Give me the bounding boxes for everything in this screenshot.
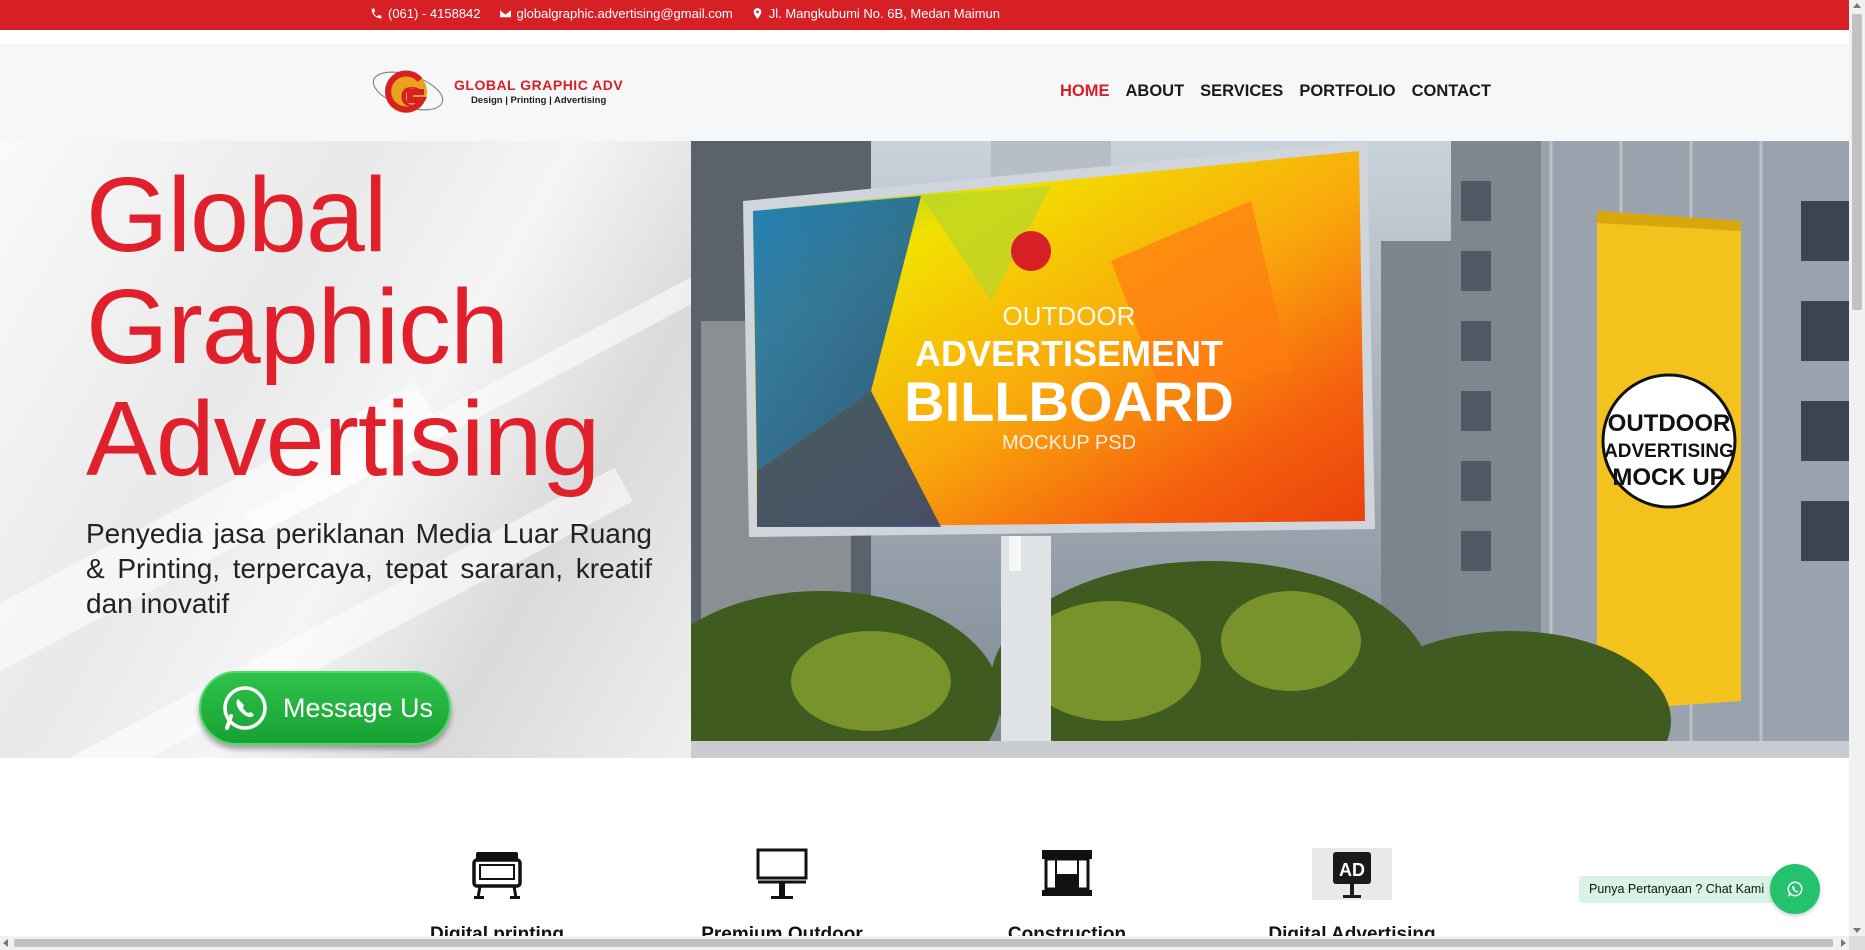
hero-text-panel: Global Graphich Advertising Penyedia jas… (0, 141, 691, 758)
scrollbar-corner (1849, 936, 1865, 950)
billboard-text-line3: MOCKUP PSD (1002, 432, 1136, 454)
email-text: globalgraphic.advertising@gmail.com (516, 6, 733, 21)
message-us-button[interactable]: Message Us (199, 671, 451, 745)
construction-icon (1042, 850, 1092, 896)
whatsapp-icon (223, 686, 267, 730)
scroll-down-arrow-icon[interactable] (1853, 928, 1861, 933)
scroll-left-arrow-icon[interactable] (3, 939, 8, 947)
chat-prompt-label[interactable]: Punya Pertanyaan ? Chat Kami (1579, 876, 1775, 903)
message-us-label: Message Us (283, 692, 434, 723)
hero-banner: Global Graphich Advertising Penyedia jas… (0, 141, 1849, 758)
page: (061) - 4158842 globalgraphic.advertisin… (0, 0, 1865, 950)
logo-tagline: Design | Printing | Advertising (470, 94, 607, 106)
site-header: G GLOBAL GRAPHIC ADV Design | Printing |… (0, 44, 1849, 141)
top-contact-bar: (061) - 4158842 globalgraphic.advertisin… (0, 0, 1849, 30)
horizontal-scroll-thumb[interactable] (14, 939, 1833, 947)
phone-text: (061) - 4158842 (388, 6, 481, 21)
email-contact[interactable]: globalgraphic.advertising@gmail.com (499, 6, 733, 21)
service-digital-printing[interactable]: Digital printing (397, 848, 597, 946)
nav-about[interactable]: ABOUT (1126, 82, 1185, 101)
vertical-scrollbar[interactable] (1849, 0, 1865, 936)
hero-title-line1: Global (86, 156, 387, 274)
address-contact: Jl. Mangkubumi No. 6B, Medan Maimun (751, 6, 1000, 21)
hero-title-line3: Advertising (86, 380, 600, 498)
billboard-text-small: OUTDOOR (1003, 301, 1136, 331)
whatsapp-icon (1787, 881, 1803, 897)
site-logo[interactable]: G GLOBAL GRAPHIC ADV Design | Printing |… (370, 62, 623, 120)
service-digital-advertising[interactable]: AD Digital Advertising (1252, 848, 1452, 946)
service-premium-outdoor[interactable]: Premium Outdoor (682, 848, 882, 946)
billboard-text-line1: ADVERTISEMENT (915, 333, 1223, 374)
logo-name: GLOBAL GRAPHIC ADV (454, 76, 624, 93)
main-nav: HOME ABOUT SERVICES PORTFOLIO CONTACT (1060, 82, 1491, 101)
scroll-right-arrow-icon[interactable] (1841, 939, 1846, 947)
banner-text-line3: MOCK UP (1612, 464, 1725, 491)
scroll-up-arrow-icon[interactable] (1853, 3, 1861, 8)
map-marker-icon (753, 8, 762, 19)
horizontal-scrollbar[interactable] (0, 936, 1849, 950)
hero-title-line2: Graphich (86, 268, 509, 386)
address-text: Jl. Mangkubumi No. 6B, Medan Maimun (768, 6, 1000, 21)
banner-text-line1: OUTDOOR (1608, 410, 1731, 437)
nav-contact[interactable]: CONTACT (1412, 82, 1491, 101)
services-section: Digital printing Premium Outdoor Constru… (0, 758, 1849, 945)
hero-title: Global Graphich Advertising (86, 156, 600, 498)
banner-text-line2: ADVERTISING (1604, 441, 1734, 462)
ad-sign-text: AD (1339, 860, 1365, 880)
hero-billboard-image: OUTDOOR ADVERTISING MOCK UP OUTDOOR ADVE… (691, 141, 1849, 758)
hero-description: Penyedia jasa periklanan Media Luar Ruan… (86, 518, 652, 619)
svg-text:G: G (400, 82, 422, 113)
billboard-text-line2: BILLBOARD (904, 370, 1234, 433)
vertical-scroll-thumb[interactable] (1852, 14, 1862, 310)
phone-icon (371, 8, 382, 19)
nav-services[interactable]: SERVICES (1200, 82, 1283, 101)
logo-emblem-icon: G (372, 70, 444, 113)
billboard-icon (756, 848, 808, 899)
envelope-icon (499, 9, 511, 18)
nav-home[interactable]: HOME (1060, 82, 1110, 101)
nav-portfolio[interactable]: PORTFOLIO (1299, 82, 1395, 101)
phone-contact[interactable]: (061) - 4158842 (370, 6, 481, 21)
ad-sign-icon: AD (1312, 848, 1392, 900)
printer-icon (472, 852, 522, 899)
whatsapp-chat-button[interactable] (1770, 864, 1820, 914)
service-construction[interactable]: Construction (967, 848, 1167, 946)
